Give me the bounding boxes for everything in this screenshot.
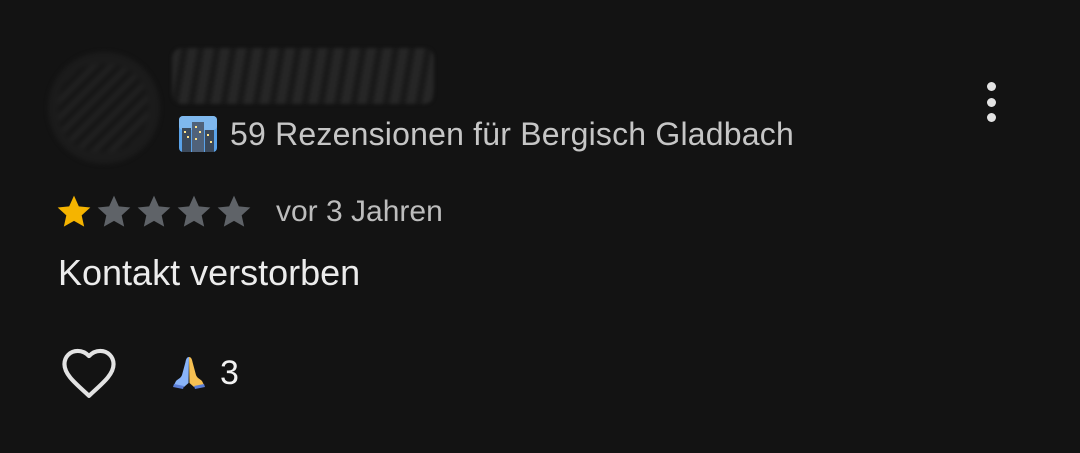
star-empty-icon xyxy=(217,195,251,227)
rating-row: vor 3 Jahren xyxy=(54,190,443,234)
folded-hands-emoji xyxy=(170,353,208,394)
star-filled-icon xyxy=(57,195,91,227)
heart-outline-icon xyxy=(62,348,116,398)
like-button[interactable] xyxy=(58,344,120,402)
star-empty-icon xyxy=(97,195,131,227)
star-empty-icon xyxy=(177,195,211,227)
review-text: Kontakt verstorben xyxy=(58,252,361,293)
more-vert-icon xyxy=(986,82,996,91)
cityscape-icon xyxy=(178,115,218,153)
more-options-button[interactable] xyxy=(970,76,1012,128)
avatar[interactable] xyxy=(48,52,160,164)
star-rating xyxy=(54,192,254,232)
reaction-count: 3 xyxy=(220,353,239,392)
reviewer-name-redacted[interactable] xyxy=(172,48,434,104)
review-date: vor 3 Jahren xyxy=(276,195,443,228)
reviewer-info: 59 Rezensionen für Bergisch Gladbach xyxy=(178,112,794,156)
reviews-count[interactable]: 59 Rezensionen für Bergisch Gladbach xyxy=(230,116,794,153)
reaction-chip[interactable]: 3 xyxy=(170,350,239,396)
star-empty-icon xyxy=(137,195,171,227)
